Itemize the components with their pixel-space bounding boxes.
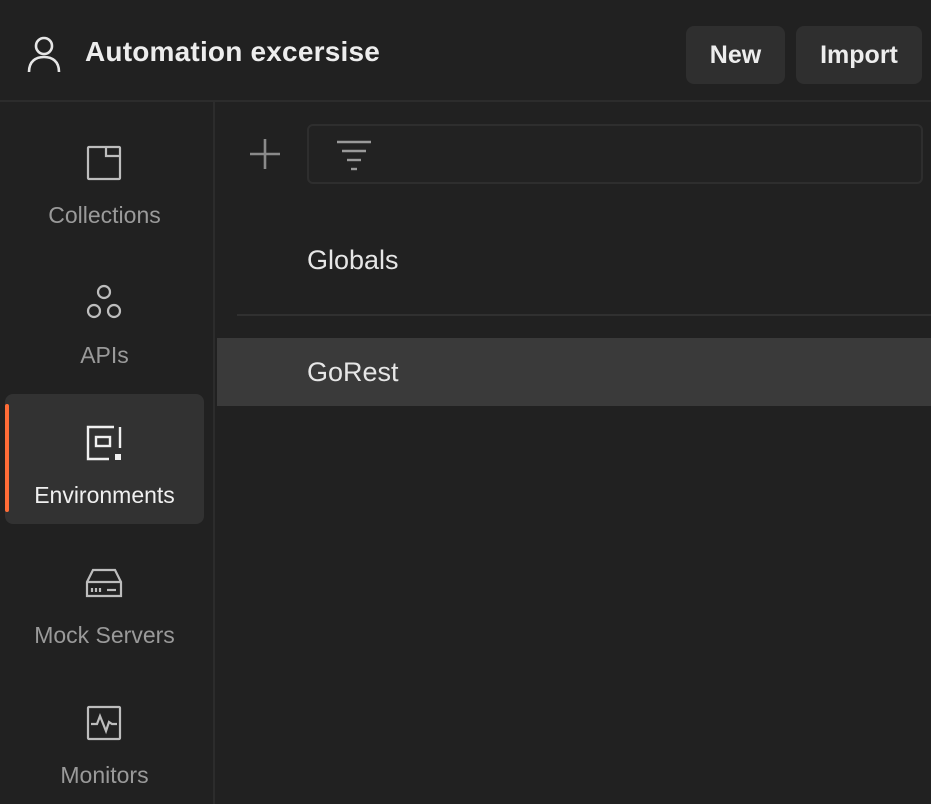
sidebar-item-label: Collections <box>48 202 161 228</box>
sidebar-item-mock-servers[interactable]: Mock Servers <box>5 534 204 664</box>
list-divider <box>237 314 931 316</box>
environments-panel: Globals GoRest <box>217 102 931 804</box>
filter-icon <box>337 140 371 171</box>
import-button[interactable]: Import <box>796 26 922 84</box>
apis-icon <box>86 284 122 319</box>
sidebar-item-environments[interactable]: Environments <box>5 394 204 524</box>
collections-icon <box>86 145 122 181</box>
sidebar-item-label: Mock Servers <box>34 622 175 648</box>
environment-name: Globals <box>307 245 399 275</box>
sidebar-item-label: Environments <box>34 482 175 508</box>
app-window: Automation excersise New Import Collecti… <box>0 0 931 804</box>
environment-name: GoRest <box>307 357 399 387</box>
sidebar: Collections APIs Environments Mock Serve… <box>0 102 215 804</box>
sidebar-item-label: APIs <box>80 342 129 368</box>
filter-input[interactable] <box>385 126 909 184</box>
new-button[interactable]: New <box>686 26 785 84</box>
plus-icon[interactable] <box>247 136 283 172</box>
sidebar-item-label: Monitors <box>60 762 149 788</box>
mock-servers-icon <box>85 568 123 598</box>
monitors-icon <box>86 705 122 741</box>
filter-field <box>307 124 923 184</box>
user-icon <box>27 36 61 73</box>
sidebar-item-collections[interactable]: Collections <box>5 114 204 244</box>
sidebar-item-monitors[interactable]: Monitors <box>5 674 204 804</box>
environment-row-gorest[interactable]: GoRest <box>217 338 931 406</box>
workspace-title: Automation excersise <box>85 36 380 67</box>
environment-row-globals[interactable]: Globals <box>217 226 931 294</box>
workspace-header: Automation excersise New Import <box>0 0 931 102</box>
sidebar-item-apis[interactable]: APIs <box>5 254 204 384</box>
environments-icon <box>86 425 122 461</box>
